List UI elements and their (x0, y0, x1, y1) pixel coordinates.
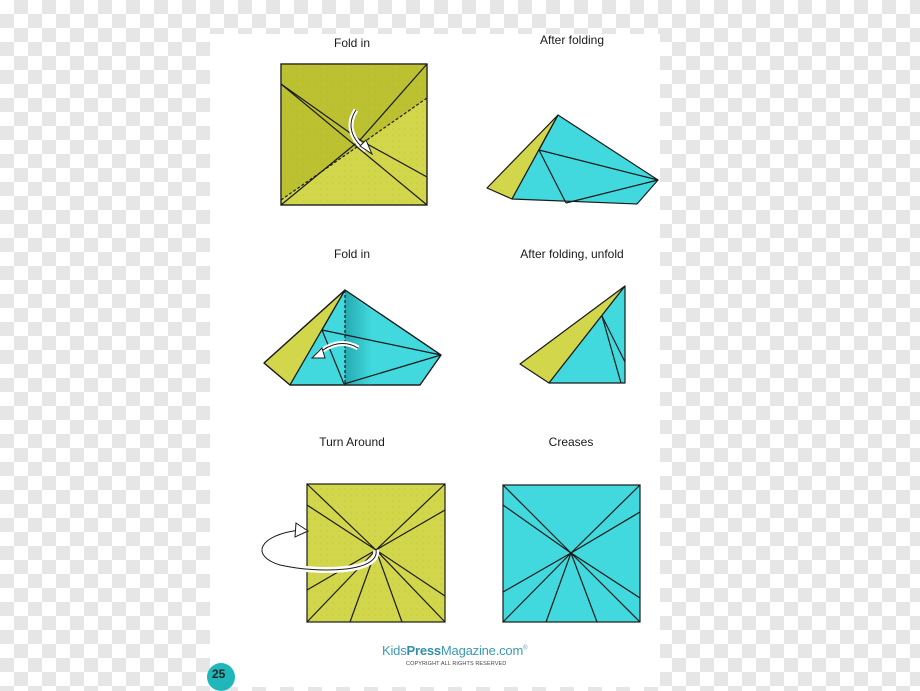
step2-label: After folding (539, 33, 605, 47)
step1-label: Fold in (333, 36, 371, 50)
brand-kids: Kids (382, 643, 407, 658)
step3-shape (263, 289, 442, 386)
brand-press: Press (406, 643, 442, 658)
brand-magazine: Magazine (440, 643, 496, 658)
step3-label: Fold in (333, 247, 371, 261)
copyright-notice: COPYRIGHT ALL RIGHTS RESERVED (406, 661, 507, 667)
step4-shape (519, 285, 626, 384)
folding-diagrams (259, 63, 659, 623)
brand-logo: KidsPressMagazine.com® (382, 643, 528, 658)
step2-shape (486, 114, 659, 205)
step4-label: After folding, unfold (520, 247, 624, 261)
step6-square (502, 484, 641, 623)
step5-label: Turn Around (319, 435, 385, 449)
trademark-mark: ® (523, 645, 528, 652)
brand-dotcom: .com (495, 643, 524, 658)
step6-label: Creases (548, 435, 594, 449)
